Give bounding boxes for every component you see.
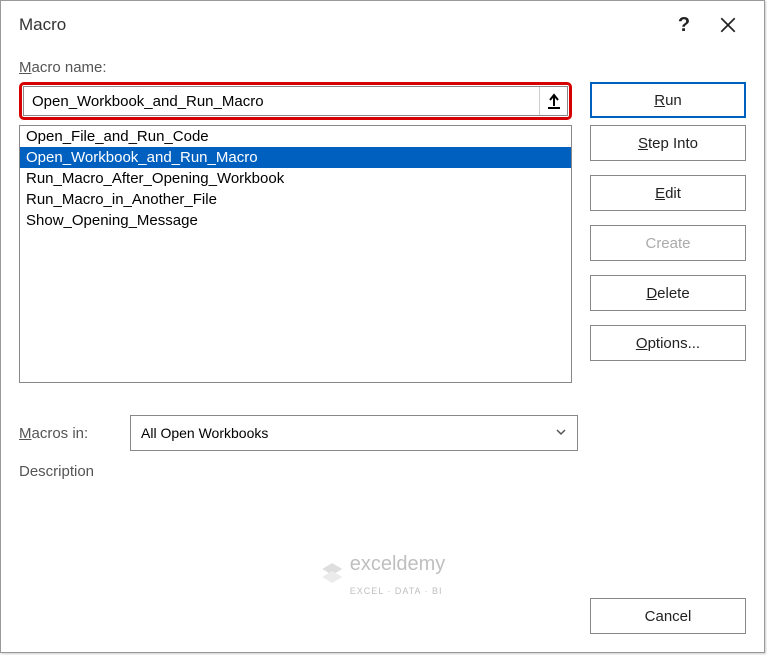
scope-row: Macros in: All Open Workbooks xyxy=(19,415,746,451)
macro-name-label: Macro name: xyxy=(19,59,746,76)
edit-button[interactable]: Edit xyxy=(590,175,746,211)
macros-in-label-text: acros in: xyxy=(32,425,89,442)
macros-in-value: All Open Workbooks xyxy=(141,425,268,441)
mnemonic-o: O xyxy=(636,335,648,352)
mnemonic-e: E xyxy=(655,185,665,202)
mnemonic-d: D xyxy=(646,285,657,302)
description-label: Description xyxy=(19,463,746,480)
list-row: Open_File_and_Run_CodeOpen_Workbook_and_… xyxy=(19,125,746,383)
arrow-up-bar-icon xyxy=(547,93,561,109)
titlebar: Macro ? xyxy=(1,1,764,49)
macro-name-highlight xyxy=(19,82,572,120)
options-button[interactable]: Options... xyxy=(590,325,746,361)
dialog-content: Macro name: Run Open_File_and_Run_CodeOp… xyxy=(1,49,764,498)
macro-name-field-wrap xyxy=(23,86,568,116)
options-label: ptions... xyxy=(648,335,701,352)
side-button-run-slot: Run xyxy=(590,82,746,120)
footer: Cancel xyxy=(590,598,746,634)
run-button[interactable]: Run xyxy=(590,82,746,118)
macros-in-label: Macros in: xyxy=(19,425,114,442)
macro-item[interactable]: Run_Macro_in_Another_File xyxy=(20,189,571,210)
watermark-logo-icon xyxy=(320,560,344,590)
mnemonic-s: S xyxy=(638,135,648,152)
chevron-down-icon xyxy=(555,425,567,441)
cancel-button[interactable]: Cancel xyxy=(590,598,746,634)
edit-label: dit xyxy=(665,185,681,202)
create-button: Create xyxy=(590,225,746,261)
name-row: Run xyxy=(19,82,746,120)
help-button[interactable]: ? xyxy=(662,5,706,45)
delete-button[interactable]: Delete xyxy=(590,275,746,311)
macros-in-select[interactable]: All Open Workbooks xyxy=(130,415,578,451)
macro-item[interactable]: Open_Workbook_and_Run_Macro xyxy=(20,147,571,168)
macro-name-label-text: acro name: xyxy=(32,59,107,76)
macro-item[interactable]: Run_Macro_After_Opening_Workbook xyxy=(20,168,571,189)
step-into-label: tep Into xyxy=(648,135,698,152)
close-icon xyxy=(719,16,737,34)
dialog-title: Macro xyxy=(19,15,662,35)
mnemonic-m: M xyxy=(19,59,32,76)
side-buttons: Step Into Edit Create Delete Options... xyxy=(590,125,746,383)
step-into-button[interactable]: Step Into xyxy=(590,125,746,161)
close-button[interactable] xyxy=(706,5,750,45)
delete-label: elete xyxy=(657,285,690,302)
macro-dialog: Macro ? Macro name: Run Open_File xyxy=(0,0,765,653)
watermark-sub: EXCEL · DATA · BI xyxy=(350,586,446,596)
macro-list[interactable]: Open_File_and_Run_CodeOpen_Workbook_and_… xyxy=(19,125,572,383)
watermark: exceldemy EXCEL · DATA · BI xyxy=(320,553,446,596)
macro-name-goto-button[interactable] xyxy=(539,87,567,115)
watermark-text: exceldemy xyxy=(350,553,446,576)
macro-name-input[interactable] xyxy=(24,87,539,115)
macro-item[interactable]: Show_Opening_Message xyxy=(20,210,571,231)
mnemonic-r: R xyxy=(654,92,665,109)
mnemonic-scope: M xyxy=(19,425,32,442)
macro-item[interactable]: Open_File_and_Run_Code xyxy=(20,126,571,147)
run-label: un xyxy=(665,92,682,109)
